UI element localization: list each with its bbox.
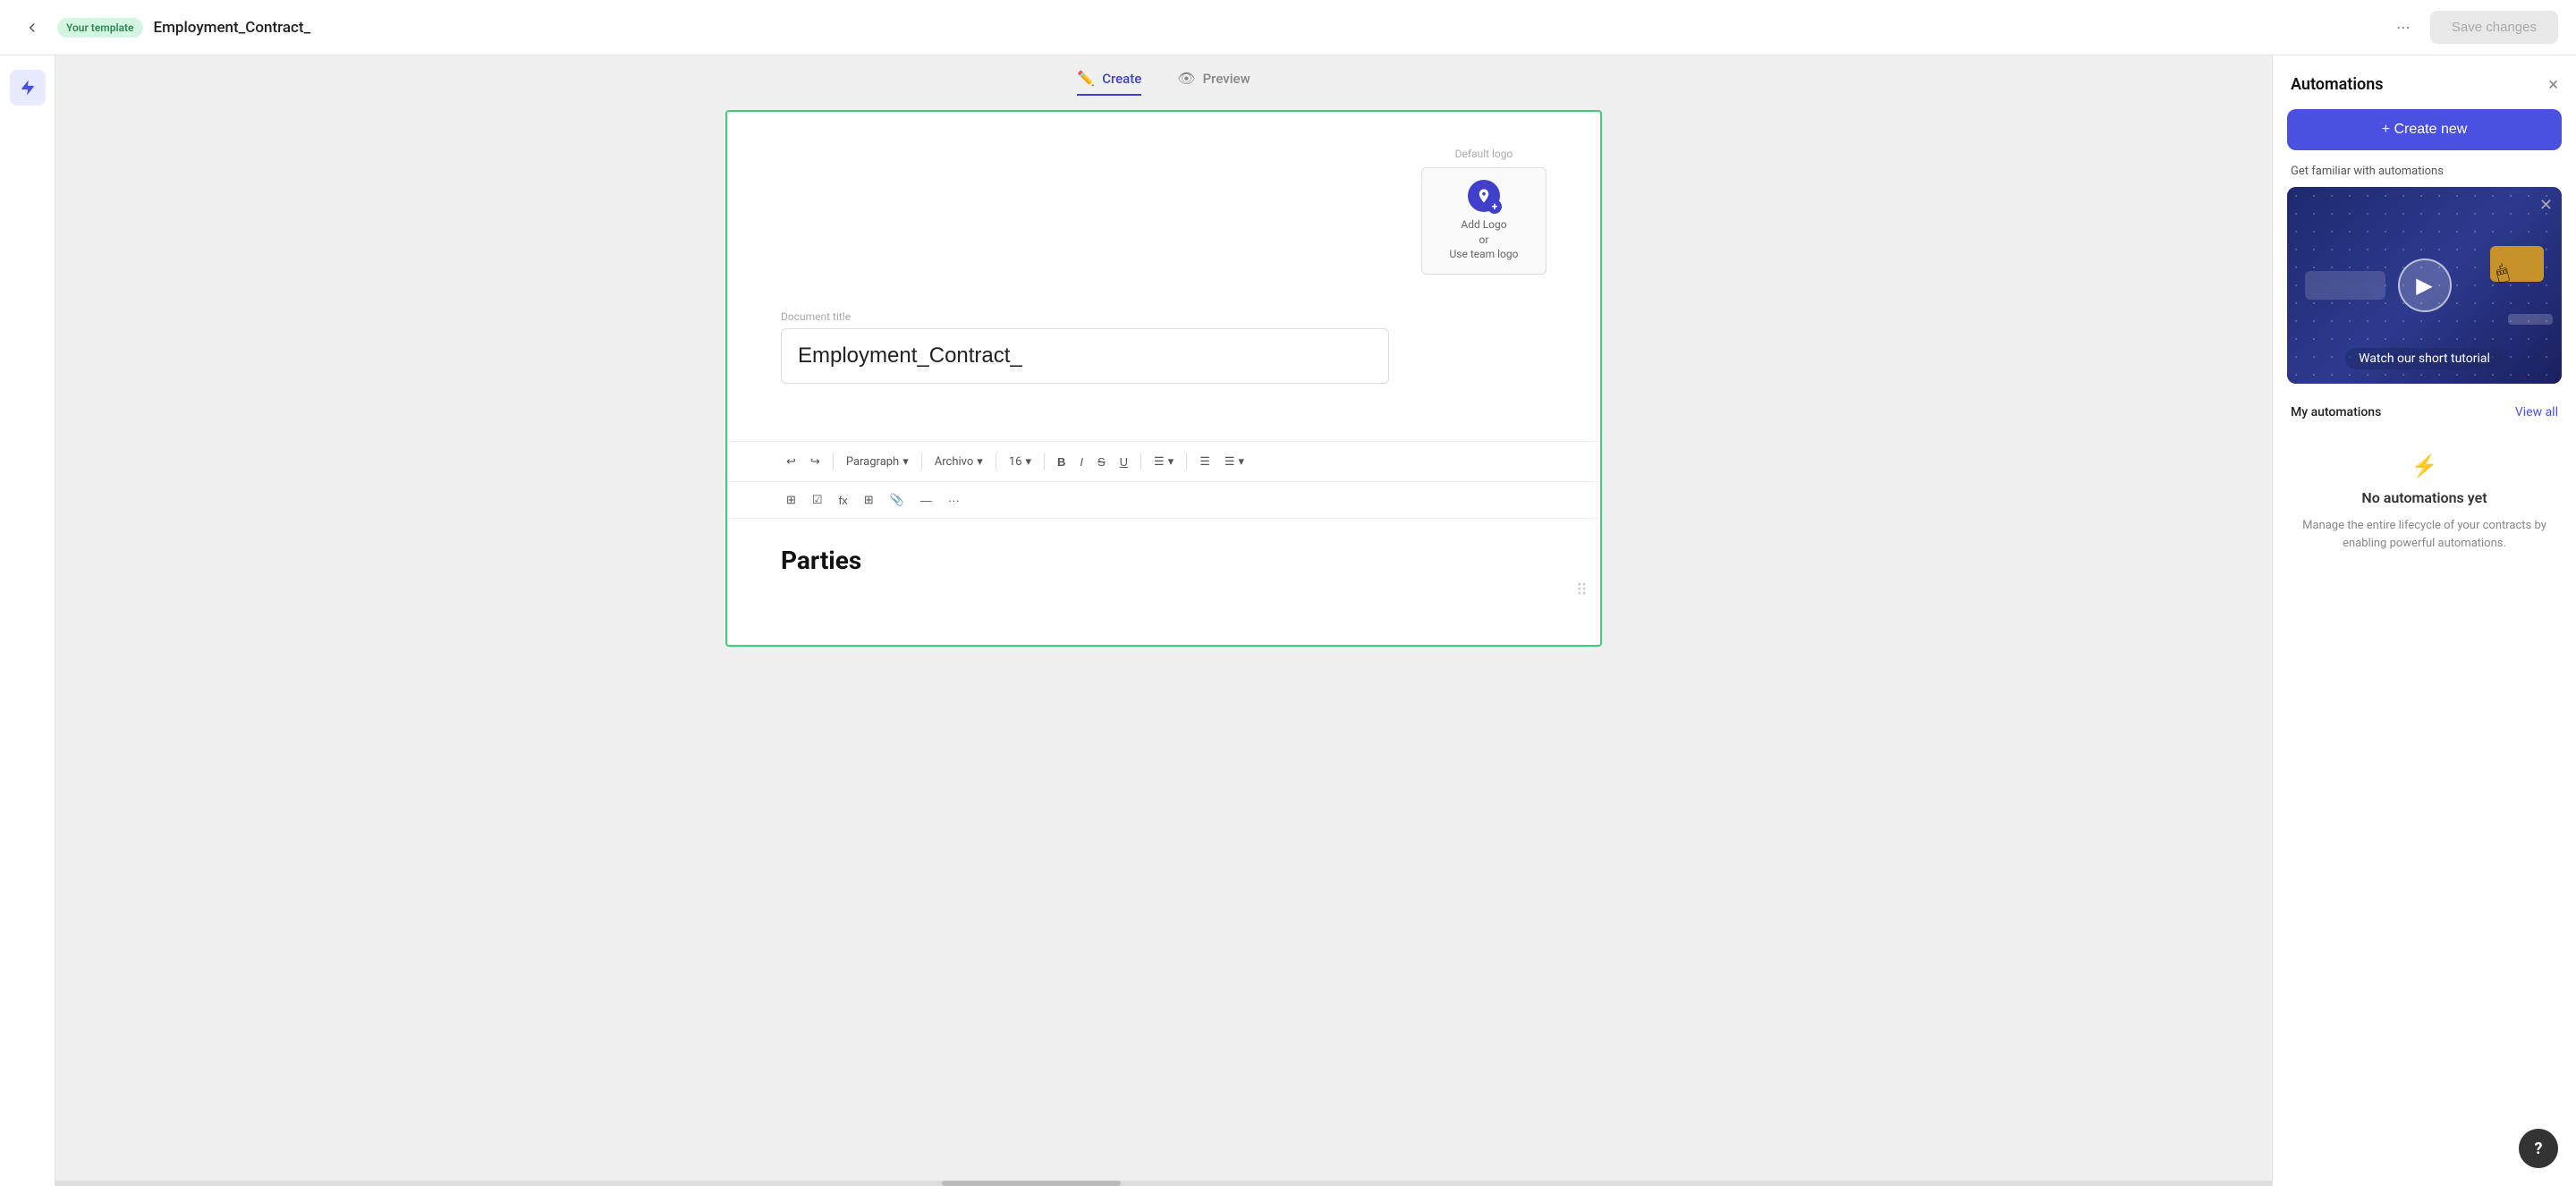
empty-lightning-icon: ⚡: [2411, 453, 2438, 479]
font-label: Archivo: [935, 455, 974, 469]
logo-upload-box[interactable]: Add Logo or Use team logo: [1421, 167, 1546, 275]
attachment-button[interactable]: 📎: [885, 489, 910, 511]
create-new-button[interactable]: + Create new: [2287, 109, 2562, 150]
strikethrough-button[interactable]: S: [1092, 452, 1111, 472]
underline-button[interactable]: U: [1114, 452, 1133, 472]
paragraph-label: Paragraph: [846, 455, 899, 469]
document-inner: Default logo Add Logo or Use team logo: [727, 112, 1600, 441]
horizontal-scrollbar[interactable]: [55, 1181, 2272, 1186]
redo-button[interactable]: ↪: [805, 451, 826, 472]
template-badge: Your template: [57, 18, 143, 38]
automations-panel: Automations × + Create new Get familiar …: [2272, 55, 2576, 1186]
ordered-list-select[interactable]: ☰ ▾: [1219, 452, 1250, 472]
toolbar-separator-1: [833, 453, 834, 470]
panel-header: Automations ×: [2273, 55, 2576, 109]
left-sidebar: [0, 55, 55, 1186]
doc-title-label: Document title: [781, 310, 1546, 323]
editor-tabs: ✏️ Create 👁 Preview: [55, 55, 2272, 110]
horizontal-scrollbar-thumb[interactable]: [942, 1181, 1121, 1186]
document-content: Default logo Add Logo or Use team logo: [725, 110, 1602, 647]
divider-button[interactable]: —: [915, 490, 937, 511]
panel-title: Automations: [2291, 75, 2384, 94]
ordered-list-icon: ☰: [1224, 455, 1235, 469]
table-button[interactable]: ⊞: [859, 489, 879, 511]
logo-box: Default logo Add Logo or Use team logo: [1421, 148, 1546, 275]
parties-heading: Parties: [781, 546, 1546, 575]
tab-preview-label: Preview: [1203, 71, 1250, 87]
undo-button[interactable]: ↩: [781, 451, 801, 472]
logo-upload-text: Add Logo or Use team logo: [1450, 217, 1519, 262]
tutorial-close-button[interactable]: ✕: [2539, 196, 2553, 215]
doc-title-input[interactable]: [781, 328, 1389, 384]
toolbar-row2: ⊞ ☑ fx ⊞ 📎 — ···: [727, 482, 1600, 519]
size-chevron-icon: ▾: [1025, 455, 1031, 469]
play-button[interactable]: ▶: [2398, 258, 2452, 312]
document-wrapper: Default logo Add Logo or Use team logo: [725, 110, 1602, 1163]
toolbar-row1: ↩ ↪ Paragraph ▾ Archivo ▾: [727, 441, 1600, 482]
paragraph-chevron-icon: ▾: [902, 455, 909, 469]
eye-icon: 👁: [1177, 70, 1195, 87]
size-label: 16: [1009, 455, 1022, 469]
familiar-label: Get familiar with automations: [2273, 165, 2576, 187]
my-automations-label: My automations: [2291, 405, 2381, 419]
empty-state: ⚡ No automations yet Manage the entire l…: [2273, 427, 2576, 1186]
font-select[interactable]: Archivo ▾: [929, 452, 988, 472]
back-button[interactable]: [18, 13, 47, 42]
pencil-icon: ✏️: [1077, 70, 1095, 87]
paragraph-select[interactable]: Paragraph ▾: [841, 452, 914, 472]
tab-create[interactable]: ✏️ Create: [1077, 70, 1141, 96]
align-icon: ☰: [1154, 455, 1165, 469]
toolbar-separator-6: [1186, 453, 1187, 470]
my-automations-row: My automations View all: [2273, 398, 2576, 427]
main-layout: ✏️ Create 👁 Preview Default logo: [0, 55, 2576, 1186]
align-select[interactable]: ☰ ▾: [1148, 452, 1179, 472]
tutorial-label: Watch our short tutorial: [2344, 348, 2504, 369]
font-chevron-icon: ▾: [977, 455, 983, 469]
more-options-button[interactable]: ···: [2387, 12, 2419, 44]
document-title: Employment_Contract_: [154, 19, 2377, 37]
panel-close-button[interactable]: ×: [2548, 73, 2558, 95]
italic-button[interactable]: I: [1074, 452, 1089, 472]
toolbar-separator-4: [1044, 453, 1045, 470]
save-changes-button[interactable]: Save changes: [2430, 11, 2558, 44]
bold-button[interactable]: B: [1052, 452, 1071, 472]
more-toolbar-button[interactable]: ···: [943, 490, 965, 511]
empty-description: Manage the entire lifecycle of your cont…: [2291, 517, 2558, 552]
document-header-row: Default logo Add Logo or Use team logo: [781, 148, 1546, 275]
toolbar-separator-2: [921, 453, 922, 470]
logo-add-icon: [1468, 180, 1500, 212]
empty-title: No automations yet: [2361, 489, 2487, 506]
formula-button[interactable]: fx: [834, 490, 853, 511]
checkbox-button[interactable]: ☑: [807, 489, 828, 511]
toolbar-separator-5: [1140, 453, 1141, 470]
tutorial-video-card[interactable]: ✕ 🖱 ▶ Watch our short tutorial: [2287, 187, 2562, 384]
tab-preview[interactable]: 👁 Preview: [1177, 70, 1250, 96]
size-select[interactable]: 16 ▾: [1004, 452, 1037, 472]
drag-handle-icon[interactable]: ⠿: [1576, 581, 1588, 600]
ordered-list-chevron-icon: ▾: [1239, 455, 1245, 469]
align-chevron-icon: ▾: [1168, 455, 1174, 469]
app-header: Your template Employment_Contract_ ··· S…: [0, 0, 2576, 55]
editor-area: ✏️ Create 👁 Preview Default logo: [55, 55, 2272, 1186]
automations-sidebar-icon[interactable]: [10, 70, 46, 106]
help-button[interactable]: ?: [2519, 1129, 2558, 1168]
logo-label: Default logo: [1455, 148, 1513, 160]
view-all-link[interactable]: View all: [2515, 405, 2558, 419]
bullet-list-button[interactable]: ☰: [1194, 451, 1216, 472]
document-body: Parties: [727, 519, 1600, 602]
tutorial-node-left: [2305, 271, 2385, 300]
column-button[interactable]: ⊞: [781, 489, 801, 511]
tab-create-label: Create: [1102, 71, 1141, 87]
tutorial-node-right2: [2508, 314, 2553, 325]
document-scroll-area[interactable]: Default logo Add Logo or Use team logo: [55, 110, 2272, 1181]
